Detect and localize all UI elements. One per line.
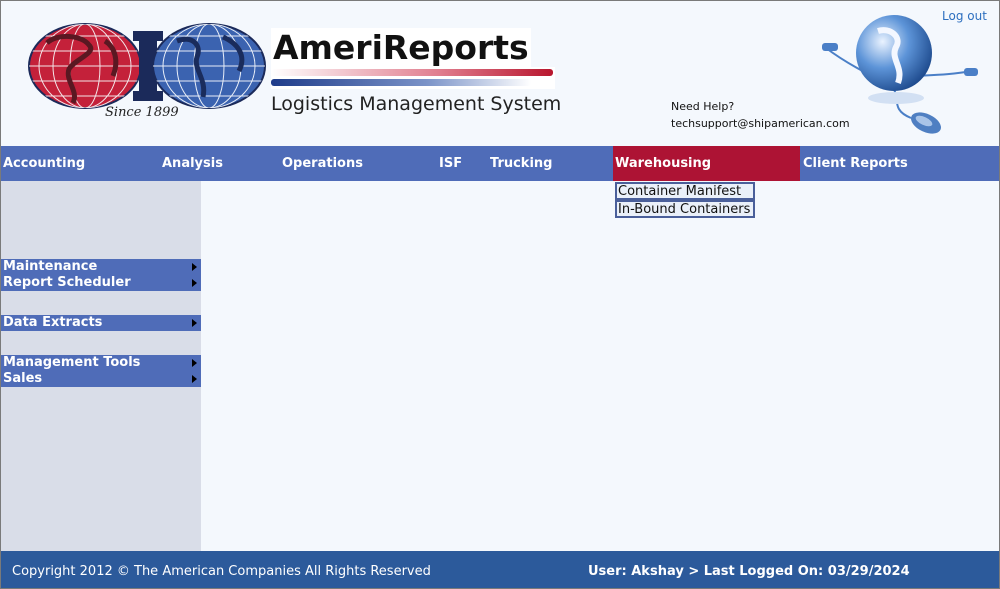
- nav-analysis[interactable]: Analysis: [160, 146, 270, 181]
- sidebar-item-data-extracts[interactable]: Data Extracts: [1, 315, 201, 331]
- copyright-text: Copyright 2012 © The American Companies …: [12, 564, 431, 579]
- brand-swoosh-graphic: [271, 67, 555, 89]
- since-1899-tagline: Since 1899: [105, 105, 179, 120]
- sidebar-item-label: Maintenance: [3, 259, 98, 274]
- nav-warehousing[interactable]: Warehousing: [613, 146, 800, 181]
- app-window: Since 1899 AmeriReports Logistics Manage…: [0, 0, 1000, 589]
- sidebar-item-label: Sales: [3, 371, 43, 386]
- main-content: [201, 181, 999, 551]
- nav-client-reports[interactable]: Client Reports: [801, 146, 999, 181]
- main-nav-bar: Accounting Analysis Operations ISF Truck…: [1, 146, 999, 181]
- brand-title: AmeriReports: [271, 28, 531, 70]
- nav-accounting[interactable]: Accounting: [1, 146, 156, 181]
- sidebar-group-data-extracts: Data Extracts: [1, 315, 201, 331]
- brand-subtitle: Logistics Management System: [271, 93, 562, 115]
- menu-item-inbound-containers[interactable]: In-Bound Containers: [615, 200, 755, 218]
- globe-mouse-illustration: [822, 15, 978, 134]
- sidebar-item-management-tools[interactable]: Management Tools: [1, 355, 201, 371]
- footer: Copyright 2012 © The American Companies …: [1, 551, 999, 588]
- sidebar-item-label: Report Scheduler: [3, 275, 131, 290]
- help-label: Need Help?: [671, 100, 735, 113]
- header: Since 1899 AmeriReports Logistics Manage…: [1, 1, 999, 146]
- menu-item-container-manifest[interactable]: Container Manifest: [615, 182, 755, 200]
- sidebar-item-label: Data Extracts: [3, 315, 103, 330]
- nav-trucking[interactable]: Trucking: [488, 146, 608, 181]
- submenu-arrow-icon: [192, 359, 197, 367]
- submenu-arrow-icon: [192, 375, 197, 383]
- nav-operations[interactable]: Operations: [280, 146, 430, 181]
- nav-isf[interactable]: ISF: [437, 146, 482, 181]
- sidebar-item-sales[interactable]: Sales: [1, 371, 201, 387]
- sidebar-group-maintenance: Maintenance Report Scheduler: [1, 259, 201, 291]
- sidebar-item-maintenance[interactable]: Maintenance: [1, 259, 201, 275]
- sidebar: Maintenance Report Scheduler Data Extrac…: [1, 181, 201, 551]
- sidebar-item-label: Management Tools: [3, 355, 141, 370]
- submenu-arrow-icon: [192, 263, 197, 271]
- logout-link[interactable]: Log out: [942, 9, 987, 23]
- submenu-arrow-icon: [192, 279, 197, 287]
- sidebar-item-report-scheduler[interactable]: Report Scheduler: [1, 275, 201, 291]
- sidebar-group-management: Management Tools Sales: [1, 355, 201, 387]
- submenu-arrow-icon: [192, 319, 197, 327]
- user-login-info: User: Akshay > Last Logged On: 03/29/202…: [588, 564, 910, 579]
- warehousing-dropdown-menu: Container Manifest In-Bound Containers: [615, 182, 755, 218]
